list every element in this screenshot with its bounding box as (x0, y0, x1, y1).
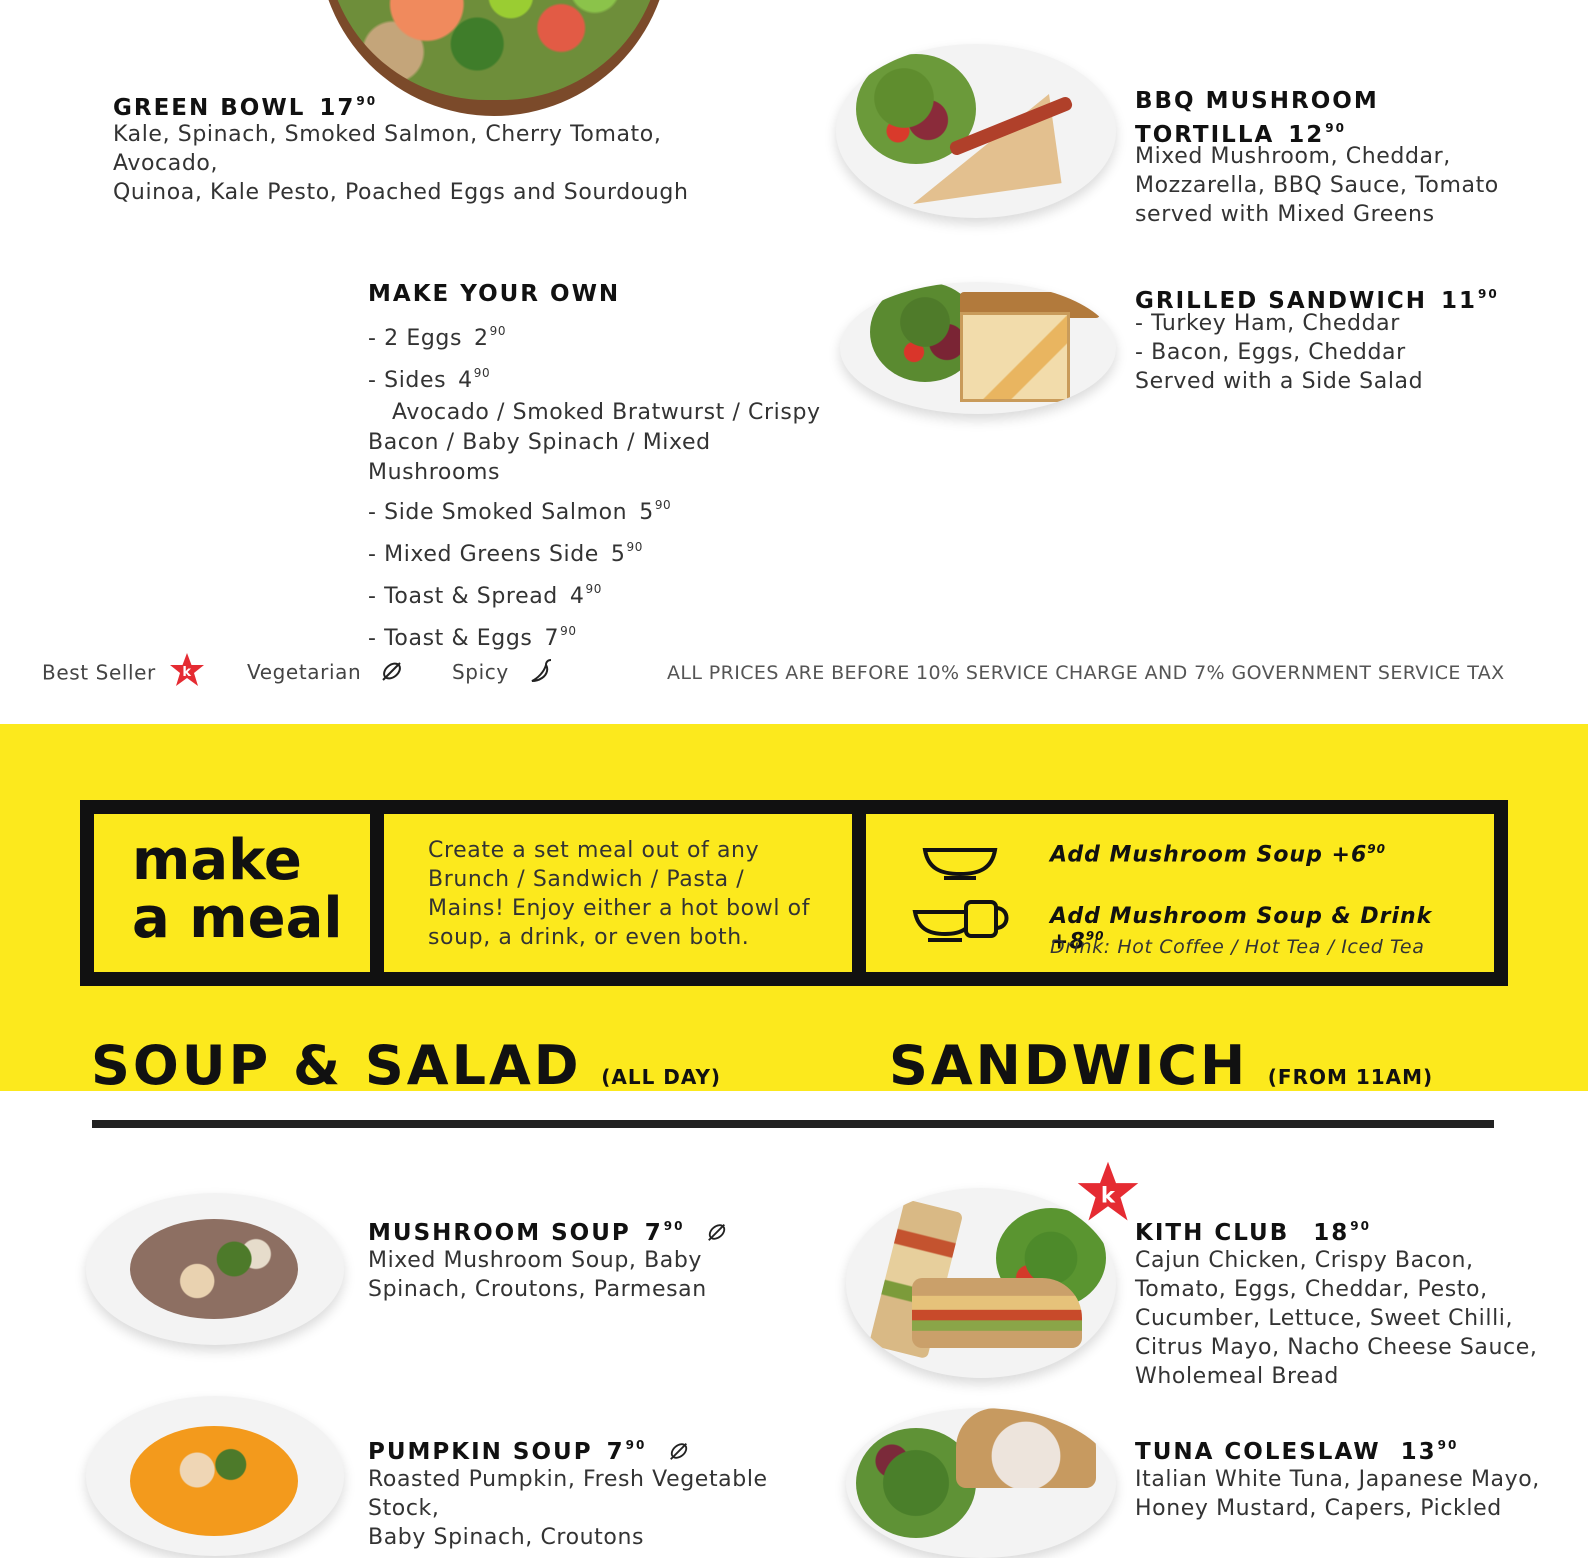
best-seller-star-icon: k (1077, 1161, 1139, 1221)
option-eggs: - 2 Eggs 290 (368, 324, 507, 351)
kith-club-description: Cajun Chicken, Crispy Bacon, Tomato, Egg… (1135, 1248, 1538, 1389)
grilled-sandwich-photo (840, 282, 1116, 414)
best-seller-star-icon: k (169, 653, 204, 686)
option-toast-eggs: - Toast & Eggs 790 (368, 624, 577, 651)
mushroom-soup-description: Mixed Mushroom Soup, Baby Spinach, Crout… (368, 1248, 707, 1302)
green-bowl-description: Kale, Spinach, Smoked Salmon, Cherry Tom… (113, 122, 689, 205)
make-your-own-options: - 2 Eggs 290 - Sides 490 Avocado / Smoked … (368, 314, 838, 656)
add-soup-option: Add Mushroom Soup +690 (1050, 842, 1386, 868)
pumpkin-soup-description: Roasted Pumpkin, Fresh Vegetable Stock, … (368, 1467, 768, 1550)
bbq-tortilla-description: Mixed Mushroom, Cheddar, Mozzarella, BBQ… (1135, 144, 1499, 227)
bbq-tortilla-photo (836, 44, 1116, 218)
make-a-meal-description: Create a set meal out of any Brunch / Sa… (428, 838, 811, 950)
section-rule (92, 1120, 1494, 1128)
option-side-salmon: - Side Smoked Salmon 590 (368, 498, 672, 525)
make-a-meal-heading: make a meal (132, 828, 343, 951)
tuna-coleslaw-description: Italian White Tuna, Japanese Mayo, Honey… (1135, 1467, 1540, 1521)
svg-text:k: k (182, 665, 191, 680)
green-bowl-title: GREEN BOWL 1790 (113, 94, 378, 121)
kith-club-title: KITH CLUB 1890 (1135, 1219, 1371, 1246)
tuna-coleslaw-title: TUNA COLESLAW 1390 (1135, 1438, 1459, 1465)
vegetarian-leaf-icon (670, 1442, 688, 1460)
drink-note: Drink: Hot Coffee / Hot Tea / Iced Tea (1050, 936, 1425, 958)
vegetarian-leaf-icon (708, 1223, 726, 1241)
pumpkin-soup-title: PUMPKIN SOUP 790 (368, 1432, 690, 1466)
option-mixed-greens: - Mixed Greens Side 590 (368, 540, 644, 567)
legend-spicy: Spicy (452, 658, 554, 684)
divider (370, 814, 384, 972)
sides-choices: Avocado / Smoked Bratwurst / Crispy Baco… (368, 400, 821, 485)
divider (852, 814, 866, 972)
soup-bowl-icon (922, 848, 998, 880)
bbq-tortilla-title: BBQ MUSHROOM TORTILLA 1290 (1135, 88, 1379, 148)
legend-vegetarian: Vegetarian (247, 660, 404, 684)
tuna-coleslaw-photo (846, 1408, 1116, 1558)
legend: Best Seller k Vegetarian Spicy ALL PRICE… (42, 653, 1542, 692)
mushroom-soup-title: MUSHROOM SOUP 790 (368, 1213, 728, 1247)
vegetarian-leaf-icon (382, 661, 402, 681)
sandwich-heading: SANDWICH (FROM 11AM) (889, 1034, 1434, 1097)
option-toast-spread: - Toast & Spread 490 (368, 582, 602, 609)
make-your-own-title: MAKE YOUR OWN (368, 281, 621, 307)
mushroom-soup-photo (86, 1193, 344, 1345)
legend-best-seller: Best Seller k (42, 653, 205, 688)
spicy-chilli-icon (531, 658, 551, 682)
pumpkin-soup-photo (86, 1396, 344, 1556)
bowl-and-cup-icon (912, 900, 1009, 942)
option-sides: - Sides 490 (368, 366, 491, 393)
make-a-meal-box: make a meal Create a set meal out of any… (80, 800, 1508, 986)
tax-note: ALL PRICES ARE BEFORE 10% SERVICE CHARGE… (667, 662, 1505, 684)
svg-text:k: k (1101, 1184, 1116, 1209)
soup-salad-heading: SOUP & SALAD (ALL DAY) (91, 1034, 722, 1097)
grilled-sandwich-description: - Turkey Ham, Cheddar - Bacon, Eggs, Che… (1135, 311, 1424, 394)
